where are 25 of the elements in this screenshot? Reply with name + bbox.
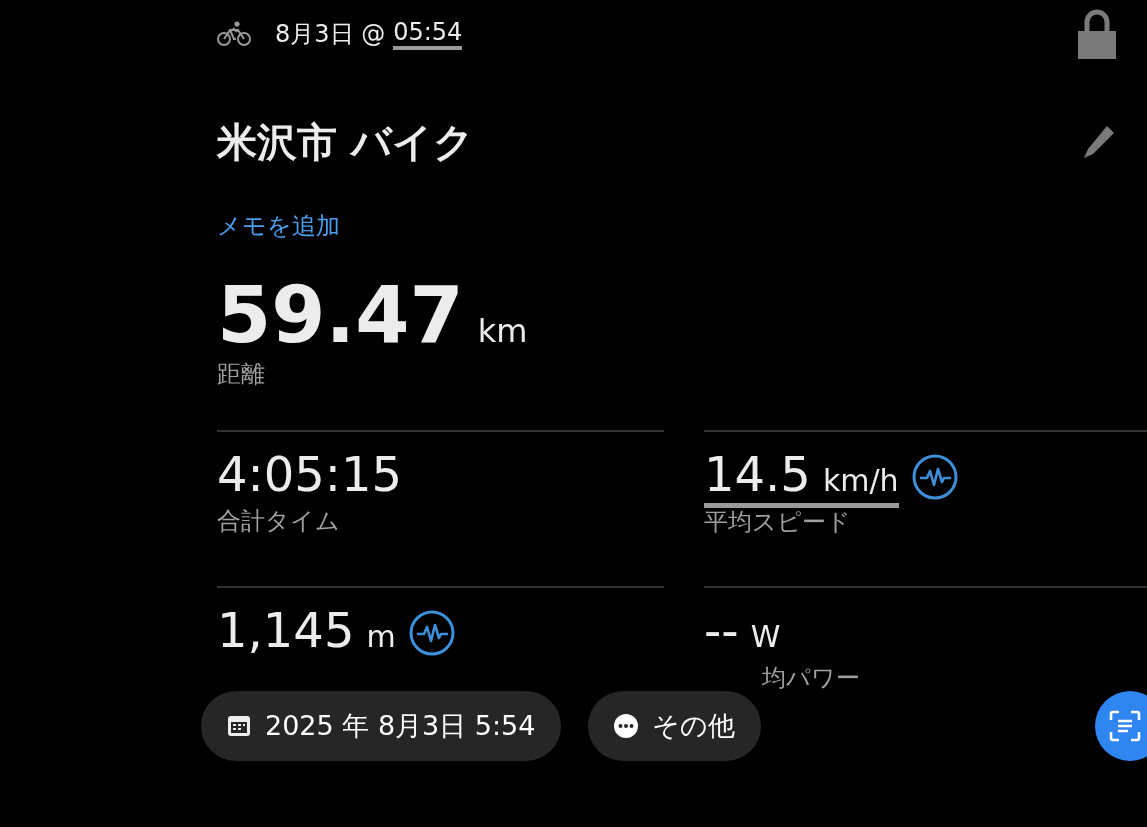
more-pill[interactable]: その他 [588, 691, 761, 761]
activity-chart-icon[interactable] [407, 609, 456, 657]
scan-text-icon [1109, 710, 1141, 742]
pencil-icon[interactable] [1083, 125, 1115, 159]
calendar-icon [227, 715, 251, 737]
distance-value: 59.47 [217, 270, 464, 360]
scan-button[interactable] [1095, 691, 1147, 761]
bicycle-icon [217, 21, 251, 47]
stat-label: 均パワー [762, 663, 860, 694]
date-pill[interactable]: 2025 年 8月3日 5:54 [201, 691, 562, 761]
distance-label: 距離 [217, 359, 266, 390]
stat-value[interactable]: 14.5 km/h [704, 446, 899, 508]
stat-label: 合計タイム [217, 506, 340, 537]
distance-unit: km [477, 311, 528, 352]
lock-icon[interactable] [1077, 9, 1117, 59]
add-note-link[interactable]: メモを追加 [217, 212, 340, 240]
stat-value: 1,145 m [217, 602, 396, 660]
activity-time[interactable]: 05:54 [393, 18, 463, 50]
activity-chart-icon[interactable] [910, 453, 959, 501]
activity-date: 8月3日 @ [275, 19, 386, 50]
stat-value: 4:05:15 [217, 446, 403, 504]
more-icon [614, 714, 638, 738]
stat-value: -- W [704, 602, 781, 660]
activity-title: 米沢市 バイク [217, 118, 474, 167]
stat-label: 平均スピード [704, 507, 851, 538]
